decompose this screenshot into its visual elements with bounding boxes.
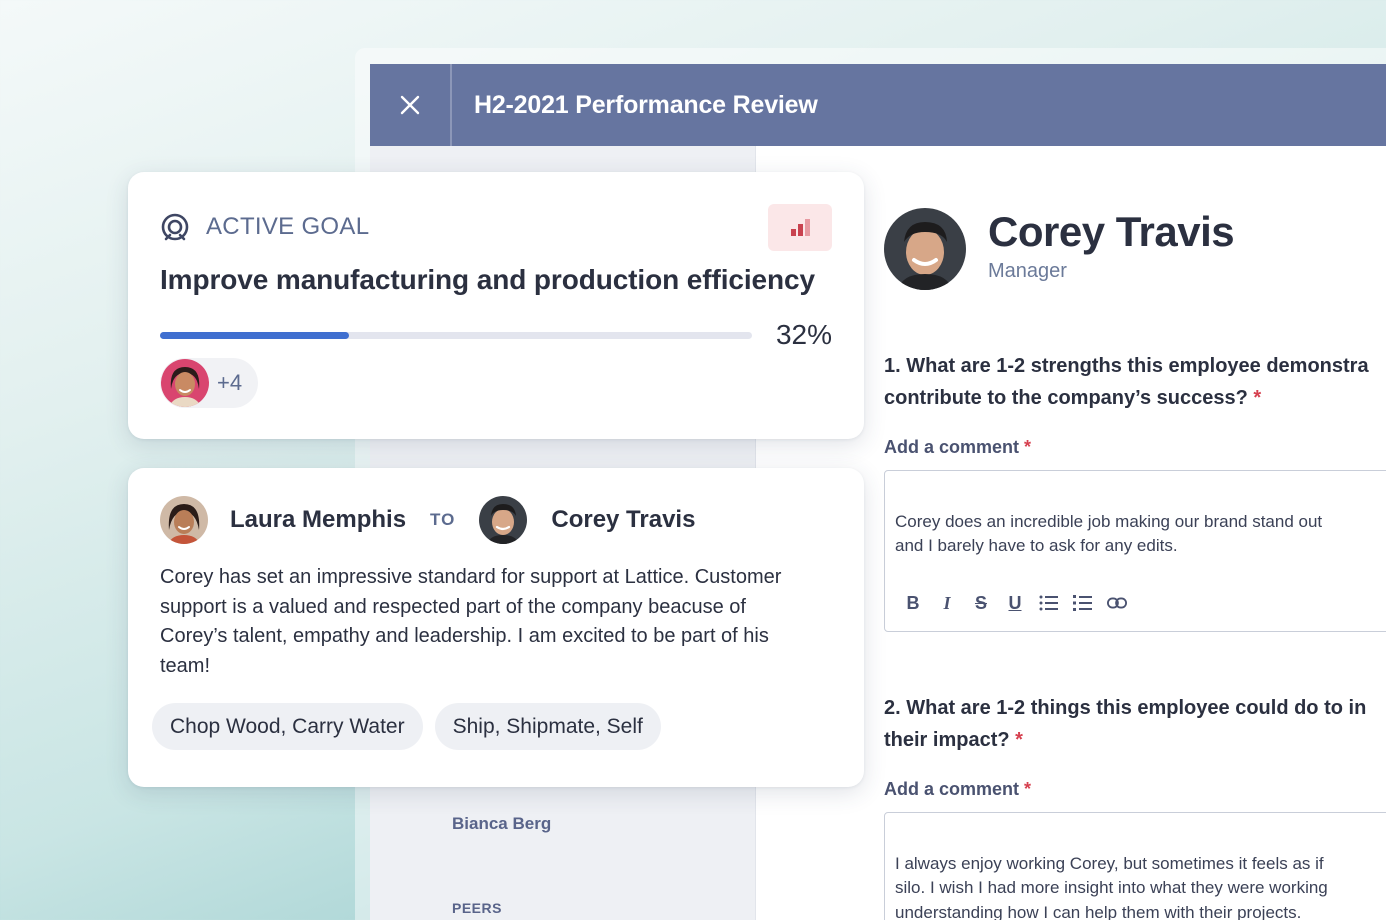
comment-text-1: Corey does an incredible job making our … (895, 511, 1323, 556)
required-marker: * (1024, 779, 1032, 799)
window-header: H2-2021 Performance Review (370, 64, 1386, 146)
more-assignees-count: +4 (217, 370, 243, 395)
window-title: H2-2021 Performance Review (474, 90, 818, 119)
question-1-line-1: 1. What are 1-2 strengths this employee … (884, 355, 1369, 377)
praise-message: Corey has set an impressive standard for… (160, 566, 782, 677)
link-button[interactable] (1107, 593, 1127, 613)
sidebar-section-peers: PEERS (452, 900, 502, 916)
goal-progress-bar (160, 332, 752, 339)
comment-label-2: Add a comment * (884, 779, 1032, 799)
goal-title: Improve manufacturing and production eff… (160, 264, 815, 295)
target-icon (161, 213, 189, 241)
strikethrough-button[interactable]: S (971, 593, 991, 613)
value-tag[interactable]: Chop Wood, Carry Water (152, 703, 423, 750)
comment-label-1: Add a comment * (884, 437, 1032, 457)
bullet-list-icon (1039, 595, 1058, 611)
value-tags: Chop Wood, Carry Water Ship, Shipmate, S… (152, 703, 661, 750)
praise-recipient-name: Corey Travis (551, 506, 696, 533)
italic-button[interactable]: I (937, 593, 957, 613)
question-2: 2. What are 1-2 things this employee cou… (884, 692, 1386, 756)
bar-chart-icon (791, 218, 810, 236)
comment-field-1[interactable]: Corey does an incredible job making our … (884, 470, 1386, 632)
value-tag[interactable]: Ship, Shipmate, Self (434, 703, 661, 750)
reviewee-role: Manager (988, 259, 1067, 282)
bold-button[interactable]: B (903, 593, 923, 613)
goal-assignees[interactable]: +4 (160, 358, 258, 408)
praise-card: Laura Memphis TO Corey Travis Corey has … (128, 468, 864, 787)
required-marker: * (1015, 729, 1023, 751)
numbered-list-icon (1073, 595, 1092, 611)
question-1: 1. What are 1-2 strengths this employee … (884, 350, 1386, 414)
link-icon (1107, 597, 1127, 609)
question-2-line-1: 2. What are 1-2 things this employee cou… (884, 697, 1367, 719)
format-toolbar: B I S U (903, 593, 1127, 613)
close-icon (400, 95, 420, 115)
goal-label: ACTIVE GOAL (206, 213, 370, 240)
comment-field-2[interactable]: I always enjoy working Corey, but someti… (884, 812, 1386, 920)
comment-text-2: I always enjoy working Corey, but someti… (895, 853, 1328, 920)
goal-chart-button[interactable] (768, 204, 832, 251)
required-marker: * (1024, 437, 1032, 457)
avatar (479, 496, 528, 544)
active-goal-card[interactable]: ACTIVE GOAL Improve manufacturing and pr… (128, 172, 864, 439)
required-marker: * (1253, 387, 1262, 409)
goal-progress-percent: 32% (775, 319, 832, 350)
bullet-list-button[interactable] (1039, 593, 1059, 613)
reviewee-profile: Corey Travis Manager (884, 207, 1235, 290)
sidebar-item-bianca-berg[interactable]: Bianca Berg (452, 814, 551, 834)
avatar (160, 496, 208, 544)
question-1-line-2: contribute to the company’s success? (884, 387, 1248, 409)
close-button[interactable] (370, 64, 452, 146)
avatar (884, 208, 966, 290)
underline-button[interactable]: U (1005, 593, 1025, 613)
avatar (161, 359, 209, 407)
reviewee-name: Corey Travis (988, 207, 1235, 255)
praise-to-label: TO (430, 510, 456, 529)
goal-progress-fill (160, 332, 350, 339)
praise-sender-name: Laura Memphis (230, 506, 407, 533)
numbered-list-button[interactable] (1073, 593, 1093, 613)
question-2-line-2: their impact? (884, 729, 1010, 751)
